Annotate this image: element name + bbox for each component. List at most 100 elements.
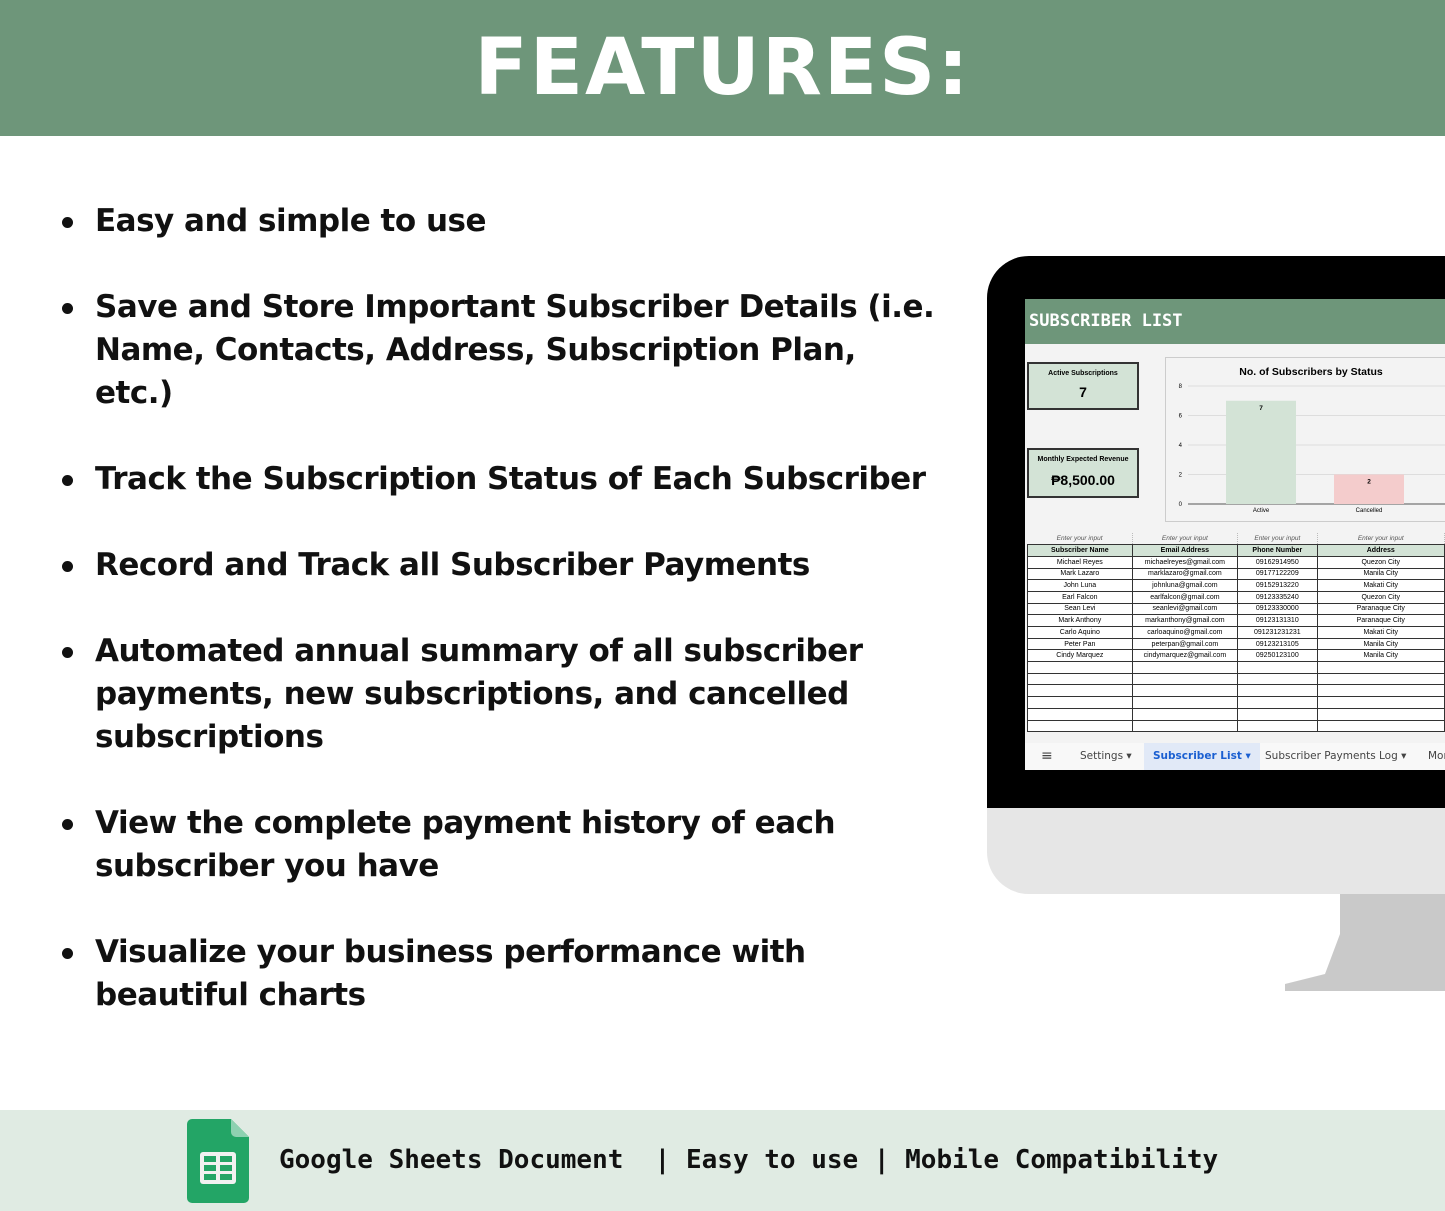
table-cell[interactable]: marklazaro@gmail.com — [1131, 567, 1239, 581]
table-cell[interactable] — [1237, 684, 1318, 698]
table-cell[interactable] — [1027, 719, 1133, 733]
table-cell[interactable]: Earl Falcon — [1027, 590, 1133, 604]
table-cell[interactable]: 09123330000 — [1237, 602, 1318, 616]
feature-item: Save and Store Important Subscriber Deta… — [60, 286, 940, 415]
card-label: Active Subscriptions — [1048, 370, 1118, 377]
table-cell[interactable]: Michael Reyes — [1027, 555, 1133, 569]
table-cell[interactable]: Quezon City — [1316, 555, 1445, 569]
tab-subscriber-payments-log[interactable]: Subscriber Payments Log ▾ — [1265, 743, 1406, 770]
input-hint: Enter your input — [1317, 533, 1445, 545]
table-cell[interactable]: Manila City — [1316, 637, 1445, 651]
data-label: 2 — [1367, 479, 1371, 486]
table-cell[interactable] — [1027, 707, 1133, 721]
x-tick-label: Active — [1253, 508, 1270, 514]
table-cell[interactable] — [1237, 661, 1318, 674]
feature-list: Easy and simple to use Save and Store Imp… — [60, 200, 940, 1060]
tab-subscriber-list[interactable]: Subscriber List ▾ — [1144, 743, 1260, 770]
table-cell[interactable] — [1316, 707, 1445, 721]
table-cell[interactable] — [1237, 707, 1318, 721]
table-cell[interactable] — [1131, 672, 1239, 686]
table-cell[interactable] — [1316, 696, 1445, 709]
table-cell[interactable] — [1027, 661, 1133, 674]
table-cell[interactable]: 09152913220 — [1237, 579, 1318, 592]
table-cell[interactable]: 091231231231 — [1237, 626, 1318, 639]
table-cell[interactable]: 09123335240 — [1237, 590, 1318, 604]
table-cell[interactable] — [1237, 719, 1318, 733]
table-cell[interactable]: michaelreyes@gmail.com — [1131, 555, 1239, 569]
chart-title: No. of Subscribers by Status — [1239, 366, 1383, 378]
input-hint: Enter your input — [1132, 533, 1239, 545]
table-row: John Luna johnluna@gmail.com 09152913220 Ma… — [1027, 579, 1445, 592]
table-cell[interactable]: johnluna@gmail.com — [1131, 579, 1239, 592]
table-cell[interactable]: 09123131310 — [1237, 614, 1318, 627]
tab-settings[interactable]: Settings ▾ — [1080, 743, 1132, 770]
card-value: 7 — [1079, 384, 1087, 400]
table-cell[interactable]: seanlevi@gmail.com — [1131, 602, 1239, 616]
table-cell[interactable] — [1027, 684, 1133, 698]
table-cell[interactable] — [1131, 684, 1239, 698]
table-cell[interactable]: 09162914950 — [1237, 555, 1318, 569]
table-cell[interactable]: Paranaque City — [1316, 602, 1445, 616]
table-row: Cindy Marquez cindymarquez@gmail.com 09250… — [1027, 649, 1445, 663]
revenue-card: Monthly Expected Revenue ₱8,500.00 — [1027, 448, 1139, 498]
table-cell[interactable]: 09123213105 — [1237, 637, 1318, 651]
table-cell[interactable]: Carlo Aquino — [1027, 626, 1133, 639]
table-cell[interactable] — [1027, 696, 1133, 709]
feature-item: Track the Subscription Status of Each Su… — [60, 458, 940, 501]
y-tick-label: 4 — [1179, 443, 1183, 449]
footer: Google Sheets Document | Easy to use | M… — [0, 1110, 1445, 1211]
feature-item: View the complete payment history of eac… — [60, 802, 940, 888]
y-tick-label: 0 — [1179, 502, 1183, 508]
table-cell[interactable]: earlfalcon@gmail.com — [1131, 590, 1239, 604]
table-cell[interactable] — [1316, 684, 1445, 698]
hamburger-icon[interactable]: ≡ — [1041, 743, 1053, 770]
table-cell[interactable]: carloaquino@gmail.com — [1131, 626, 1239, 639]
table-cell[interactable] — [1131, 719, 1239, 733]
table-cell[interactable]: Sean Levi — [1027, 602, 1133, 616]
table-cell[interactable] — [1131, 661, 1239, 674]
table-cell[interactable]: 09250123100 — [1237, 649, 1318, 663]
page-title: FEATURES: — [0, 0, 1445, 136]
table-cell[interactable]: 09177122209 — [1237, 567, 1318, 581]
column-header: Address — [1316, 544, 1445, 557]
y-tick-label: 6 — [1179, 414, 1183, 420]
header-row: Subscriber Name Email Address Phone Number… — [1027, 544, 1445, 557]
table-cell[interactable]: Paranaque City — [1316, 614, 1445, 627]
table-cell[interactable]: Makati City — [1316, 626, 1445, 639]
table-cell[interactable] — [1316, 672, 1445, 686]
tab-mor[interactable]: Mor — [1428, 743, 1445, 770]
empty-row — [1027, 661, 1445, 674]
subscriber-table: Enter your input Enter your input Enter yo… — [1027, 533, 1445, 733]
y-tick-label: 8 — [1179, 384, 1183, 390]
feature-item: Visualize your business performance with… — [60, 931, 940, 1017]
table-cell[interactable]: Peter Pan — [1027, 637, 1133, 651]
table-cell[interactable] — [1131, 696, 1239, 709]
table-row: Peter Pan peterpan@gmail.com 09123213105 Ma… — [1027, 637, 1445, 651]
empty-row — [1027, 672, 1445, 686]
table-cell[interactable]: cindymarquez@gmail.com — [1131, 649, 1239, 663]
data-label: 7 — [1259, 405, 1263, 412]
table-cell[interactable] — [1131, 707, 1239, 721]
table-cell[interactable] — [1316, 719, 1445, 733]
table-cell[interactable]: Mark Anthony — [1027, 614, 1133, 627]
column-header: Subscriber Name — [1027, 544, 1133, 557]
table-cell[interactable]: markanthony@gmail.com — [1131, 614, 1239, 627]
table-cell[interactable] — [1237, 672, 1318, 686]
table-cell[interactable]: Manila City — [1316, 649, 1445, 663]
table-cell[interactable] — [1027, 672, 1133, 686]
input-hint: Enter your input — [1027, 533, 1133, 545]
table-cell[interactable]: Cindy Marquez — [1027, 649, 1133, 663]
table-cell[interactable]: Quezon City — [1316, 590, 1445, 604]
table-cell[interactable]: peterpan@gmail.com — [1131, 637, 1239, 651]
table-cell[interactable]: John Luna — [1027, 579, 1133, 592]
sheet-title: SUBSCRIBER LIST — [1025, 299, 1445, 344]
table-cell[interactable] — [1316, 661, 1445, 674]
table-cell[interactable]: Mark Lazaro — [1027, 567, 1133, 581]
table-cell[interactable] — [1237, 696, 1318, 709]
feature-item: Automated annual summary of all subscrib… — [60, 630, 940, 759]
table-cell[interactable]: Makati City — [1316, 579, 1445, 592]
feature-item: Record and Track all Subscriber Payments — [60, 544, 940, 587]
table-row: Earl Falcon earlfalcon@gmail.com 091233352… — [1027, 590, 1445, 604]
input-hint: Enter your input — [1237, 533, 1318, 545]
table-cell[interactable]: Manila City — [1316, 567, 1445, 581]
